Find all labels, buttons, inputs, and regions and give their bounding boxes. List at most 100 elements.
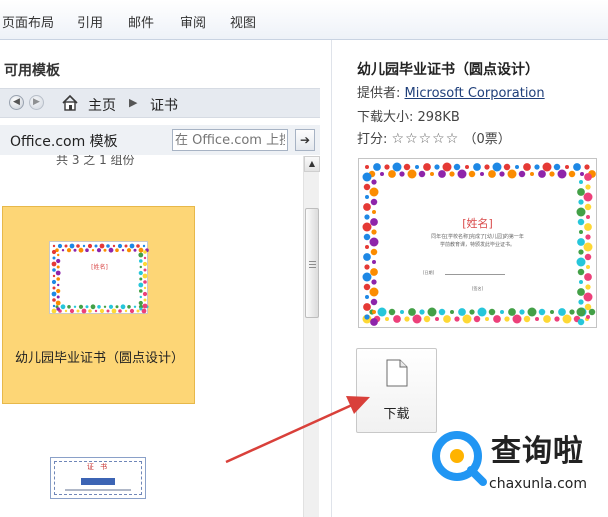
decor-dot <box>469 309 475 315</box>
decor-dot <box>85 248 89 252</box>
decor-dot <box>580 172 584 176</box>
decor-dot <box>108 304 114 309</box>
decor-dot <box>554 316 560 322</box>
breadcrumb-home[interactable]: 主页 <box>88 95 116 115</box>
decor-dot <box>369 187 379 197</box>
document-icon <box>386 359 408 387</box>
decor-dot <box>493 315 501 323</box>
size-value: 298KB <box>417 110 460 125</box>
tab-page-layout[interactable]: 页面布局 <box>2 12 54 31</box>
decor-dot <box>507 169 517 179</box>
decor-dot <box>430 172 434 176</box>
decor-dot <box>523 163 531 171</box>
decor-dot <box>142 303 148 309</box>
decor-dot <box>412 314 422 324</box>
decor-dot <box>543 315 551 323</box>
decor-dot <box>143 298 147 302</box>
search-go-icon[interactable]: ➔ <box>295 129 315 151</box>
decor-dot <box>576 257 586 267</box>
provider-label: 提供者: <box>357 86 401 101</box>
decor-dot <box>553 163 561 171</box>
decor-dot <box>69 308 75 314</box>
decor-dot <box>584 253 592 261</box>
watermark-text: 查询啦 <box>491 434 584 469</box>
decor-dot <box>484 164 490 170</box>
decor-dot <box>443 315 451 323</box>
chevron-right-icon: ▶ <box>129 96 138 109</box>
decor-dot <box>583 292 593 302</box>
tab-mailings[interactable]: 邮件 <box>128 12 154 31</box>
tab-references[interactable]: 引用 <box>77 12 103 31</box>
decor-dot <box>462 314 472 324</box>
decor-dot <box>371 279 377 285</box>
decor-dot <box>519 309 525 315</box>
decor-dot <box>138 252 144 258</box>
decor-dot <box>138 282 144 288</box>
decor-dot <box>565 165 569 169</box>
back-icon[interactable]: ◀ <box>9 95 24 110</box>
decor-dot <box>364 264 370 270</box>
decor-dot <box>530 172 534 176</box>
decor-dot <box>118 309 122 313</box>
decor-dot <box>577 268 585 276</box>
decor-dot <box>434 164 440 170</box>
search-input[interactable] <box>172 129 288 151</box>
decor-dot <box>91 249 95 252</box>
download-button[interactable]: 下载 <box>356 348 437 433</box>
decor-dot <box>477 307 487 317</box>
decor-dot <box>129 308 135 314</box>
decor-dot <box>423 315 431 323</box>
decor-dot <box>76 244 80 248</box>
decor-dot <box>52 244 56 248</box>
decor-dot <box>370 318 378 326</box>
decor-dot <box>407 169 417 179</box>
template-list-scrollbar[interactable]: ▲ <box>303 156 320 517</box>
decor-dot <box>468 170 476 178</box>
decor-dot <box>97 305 101 309</box>
decor-dot <box>435 317 439 321</box>
decor-dot <box>393 315 401 323</box>
decor-dot <box>385 317 389 321</box>
home-icon[interactable] <box>61 94 79 112</box>
ribbon-tabs: 页面布局 引用 邮件 审阅 视图 <box>0 0 608 40</box>
decor-dot <box>138 247 144 253</box>
decor-dot <box>419 309 425 315</box>
decor-dot <box>427 307 437 317</box>
decor-dot <box>124 244 128 248</box>
decor-dot <box>550 310 554 314</box>
decor-dot <box>55 300 61 306</box>
decor-dot <box>61 249 65 252</box>
decor-dot <box>139 289 143 293</box>
decor-dot <box>52 256 56 260</box>
thumbnail-header: 证 书 <box>86 463 110 471</box>
tab-review[interactable]: 审阅 <box>180 12 206 31</box>
decor-dot <box>64 244 68 248</box>
decor-dot <box>438 170 446 178</box>
star-rating[interactable]: ☆☆☆☆☆ <box>392 131 460 147</box>
decor-dot <box>584 273 592 281</box>
decor-dot <box>139 277 143 281</box>
decor-dot <box>579 280 583 284</box>
decor-dot <box>82 244 86 248</box>
scroll-up-icon[interactable]: ▲ <box>304 156 320 172</box>
decor-dot <box>372 210 376 214</box>
rating-label: 打分: <box>357 132 388 147</box>
scroll-thumb[interactable] <box>305 208 319 318</box>
provider-link[interactable]: Microsoft Corporation <box>405 86 545 101</box>
decor-dot <box>64 309 68 313</box>
decor-dot <box>133 248 137 252</box>
forward-icon[interactable]: ▶ <box>29 95 44 110</box>
decor-dot <box>370 198 378 206</box>
decor-dot <box>85 305 89 309</box>
tab-view[interactable]: 视图 <box>230 12 256 31</box>
decor-dot <box>372 260 376 264</box>
template-item[interactable]: 证 书 <box>50 457 146 499</box>
decor-dot <box>408 308 416 316</box>
decor-dot <box>57 283 60 287</box>
decor-dot <box>136 244 140 248</box>
decor-dot <box>569 309 575 315</box>
template-item-selected[interactable]: [姓名] 幼儿园毕业证书（圆点设计） <box>2 206 195 404</box>
decor-dot <box>442 162 452 172</box>
decor-dot <box>139 307 143 311</box>
breadcrumb-certificates[interactable]: 证书 <box>150 95 178 115</box>
